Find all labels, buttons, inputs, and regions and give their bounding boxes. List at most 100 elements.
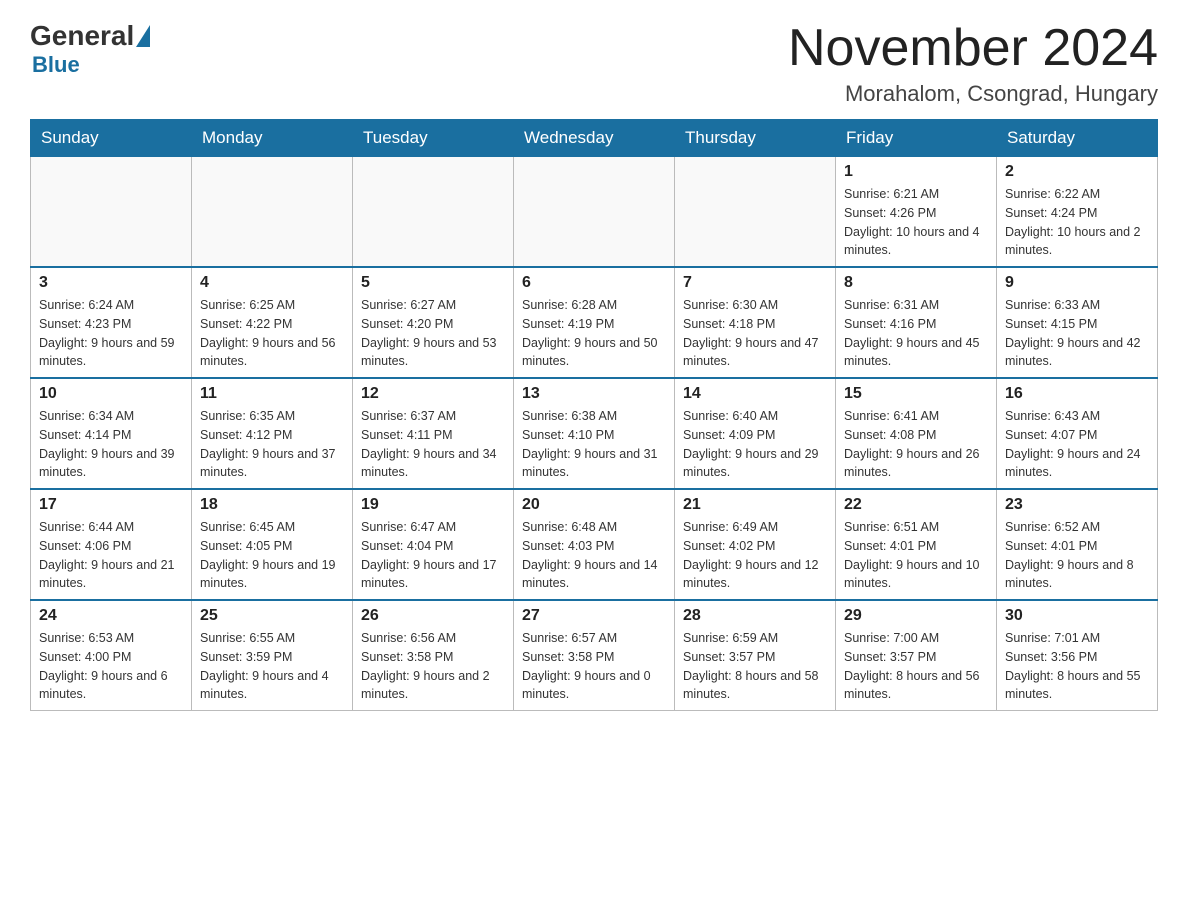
calendar-week-row: 24Sunrise: 6:53 AM Sunset: 4:00 PM Dayli… [31,600,1158,711]
calendar-cell: 16 Sunrise: 6:43 AM Sunset: 4:07 PM Dayli… [997,378,1158,489]
day-number: 18 [200,496,344,514]
day-info: Sunrise: 6:55 AM Sunset: 3:59 PM Dayligh… [200,629,344,704]
day-info: Sunrise: 6:35 AM Sunset: 4:12 PM Dayligh… [200,407,344,482]
calendar-cell: 3Sunrise: 6:24 AM Sunset: 4:23 PM Daylig… [31,267,192,378]
header-area: General Blue November 2024 Morahalom, Cs… [30,20,1158,107]
calendar-header-row: SundayMondayTuesdayWednesdayThursdayFrid… [31,120,1158,157]
calendar-cell: 19Sunrise: 6:47 AM Sunset: 4:04 PM Dayli… [353,489,514,600]
location-title: Morahalom, Csongrad, Hungary [788,81,1158,107]
day-info: Sunrise: 6:37 AM Sunset: 4:11 PM Dayligh… [361,407,505,482]
day-number: 16 [1005,385,1149,403]
day-info: Sunrise: 6:27 AM Sunset: 4:20 PM Dayligh… [361,296,505,371]
day-info: Sunrise: 6:49 AM Sunset: 4:02 PM Dayligh… [683,518,827,593]
day-number: 28 [683,607,827,625]
calendar-day-header: Tuesday [353,120,514,157]
day-info: Sunrise: 6:52 AM Sunset: 4:01 PM Dayligh… [1005,518,1149,593]
calendar-cell: 29 Sunrise: 7:00 AM Sunset: 3:57 PM Dayli… [836,600,997,711]
day-info: Sunrise: 6:34 AM Sunset: 4:14 PM Dayligh… [39,407,183,482]
logo-general-text: General [30,20,134,52]
day-number: 2 [1005,163,1149,181]
day-number: 23 [1005,496,1149,514]
day-number: 27 [522,607,666,625]
day-info: Sunrise: 6:33 AM Sunset: 4:15 PM Dayligh… [1005,296,1149,371]
calendar-cell: 13 Sunrise: 6:38 AM Sunset: 4:10 PM Dayli… [514,378,675,489]
day-number: 12 [361,385,505,403]
day-number: 9 [1005,274,1149,292]
calendar-cell: 17 Sunrise: 6:44 AM Sunset: 4:06 PM Dayli… [31,489,192,600]
day-number: 26 [361,607,505,625]
day-info: Sunrise: 6:41 AM Sunset: 4:08 PM Dayligh… [844,407,988,482]
day-number: 19 [361,496,505,514]
day-number: 6 [522,274,666,292]
day-number: 24 [39,607,183,625]
day-info: Sunrise: 6:56 AM Sunset: 3:58 PM Dayligh… [361,629,505,704]
calendar-cell: 18 Sunrise: 6:45 AM Sunset: 4:05 PM Dayli… [192,489,353,600]
calendar-cell: 30 Sunrise: 7:01 AM Sunset: 3:56 PM Dayli… [997,600,1158,711]
day-number: 15 [844,385,988,403]
calendar-cell: 10Sunrise: 6:34 AM Sunset: 4:14 PM Dayli… [31,378,192,489]
day-number: 7 [683,274,827,292]
day-number: 21 [683,496,827,514]
day-info: Sunrise: 6:48 AM Sunset: 4:03 PM Dayligh… [522,518,666,593]
month-title: November 2024 [788,20,1158,77]
day-info: Sunrise: 6:43 AM Sunset: 4:07 PM Dayligh… [1005,407,1149,482]
calendar-cell: 2 Sunrise: 6:22 AM Sunset: 4:24 PM Daylig… [997,157,1158,268]
calendar-cell: 25 Sunrise: 6:55 AM Sunset: 3:59 PM Dayli… [192,600,353,711]
calendar-day-header: Friday [836,120,997,157]
day-number: 5 [361,274,505,292]
day-number: 30 [1005,607,1149,625]
day-number: 20 [522,496,666,514]
calendar-cell: 11 Sunrise: 6:35 AM Sunset: 4:12 PM Dayli… [192,378,353,489]
day-number: 29 [844,607,988,625]
day-info: Sunrise: 6:51 AM Sunset: 4:01 PM Dayligh… [844,518,988,593]
logo-blue-text: Blue [32,52,80,78]
calendar-cell: 24Sunrise: 6:53 AM Sunset: 4:00 PM Dayli… [31,600,192,711]
day-info: Sunrise: 6:31 AM Sunset: 4:16 PM Dayligh… [844,296,988,371]
day-number: 25 [200,607,344,625]
calendar-cell: 9 Sunrise: 6:33 AM Sunset: 4:15 PM Daylig… [997,267,1158,378]
calendar-week-row: 1 Sunrise: 6:21 AM Sunset: 4:26 PM Daylig… [31,157,1158,268]
calendar-day-header: Wednesday [514,120,675,157]
calendar-cell: 6 Sunrise: 6:28 AM Sunset: 4:19 PM Daylig… [514,267,675,378]
calendar-body: 1 Sunrise: 6:21 AM Sunset: 4:26 PM Daylig… [31,157,1158,711]
day-number: 13 [522,385,666,403]
day-info: Sunrise: 6:28 AM Sunset: 4:19 PM Dayligh… [522,296,666,371]
day-info: Sunrise: 6:22 AM Sunset: 4:24 PM Dayligh… [1005,185,1149,260]
calendar-cell: 21 Sunrise: 6:49 AM Sunset: 4:02 PM Dayli… [675,489,836,600]
title-area: November 2024 Morahalom, Csongrad, Hunga… [788,20,1158,107]
day-number: 17 [39,496,183,514]
calendar-day-header: Thursday [675,120,836,157]
day-info: Sunrise: 6:38 AM Sunset: 4:10 PM Dayligh… [522,407,666,482]
calendar-cell: 14Sunrise: 6:40 AM Sunset: 4:09 PM Dayli… [675,378,836,489]
logo-triangle-icon [136,25,150,47]
calendar-table: SundayMondayTuesdayWednesdayThursdayFrid… [30,119,1158,711]
day-number: 11 [200,385,344,403]
calendar-cell: 12 Sunrise: 6:37 AM Sunset: 4:11 PM Dayli… [353,378,514,489]
day-info: Sunrise: 6:21 AM Sunset: 4:26 PM Dayligh… [844,185,988,260]
calendar-cell: 15 Sunrise: 6:41 AM Sunset: 4:08 PM Dayli… [836,378,997,489]
day-number: 3 [39,274,183,292]
day-info: Sunrise: 7:00 AM Sunset: 3:57 PM Dayligh… [844,629,988,704]
calendar-cell [192,157,353,268]
day-info: Sunrise: 6:44 AM Sunset: 4:06 PM Dayligh… [39,518,183,593]
calendar-cell [31,157,192,268]
calendar-cell [675,157,836,268]
calendar-cell: 8 Sunrise: 6:31 AM Sunset: 4:16 PM Daylig… [836,267,997,378]
day-number: 4 [200,274,344,292]
calendar-day-header: Saturday [997,120,1158,157]
calendar-cell: 7Sunrise: 6:30 AM Sunset: 4:18 PM Daylig… [675,267,836,378]
calendar-cell: 27Sunrise: 6:57 AM Sunset: 3:58 PM Dayli… [514,600,675,711]
calendar-day-header: Sunday [31,120,192,157]
calendar-cell: 20 Sunrise: 6:48 AM Sunset: 4:03 PM Dayli… [514,489,675,600]
calendar-cell: 22 Sunrise: 6:51 AM Sunset: 4:01 PM Dayli… [836,489,997,600]
day-info: Sunrise: 6:45 AM Sunset: 4:05 PM Dayligh… [200,518,344,593]
day-number: 22 [844,496,988,514]
day-number: 14 [683,385,827,403]
day-info: Sunrise: 7:01 AM Sunset: 3:56 PM Dayligh… [1005,629,1149,704]
day-number: 1 [844,163,988,181]
calendar-cell: 23 Sunrise: 6:52 AM Sunset: 4:01 PM Dayli… [997,489,1158,600]
calendar-day-header: Monday [192,120,353,157]
day-number: 8 [844,274,988,292]
calendar-cell [514,157,675,268]
calendar-week-row: 10Sunrise: 6:34 AM Sunset: 4:14 PM Dayli… [31,378,1158,489]
